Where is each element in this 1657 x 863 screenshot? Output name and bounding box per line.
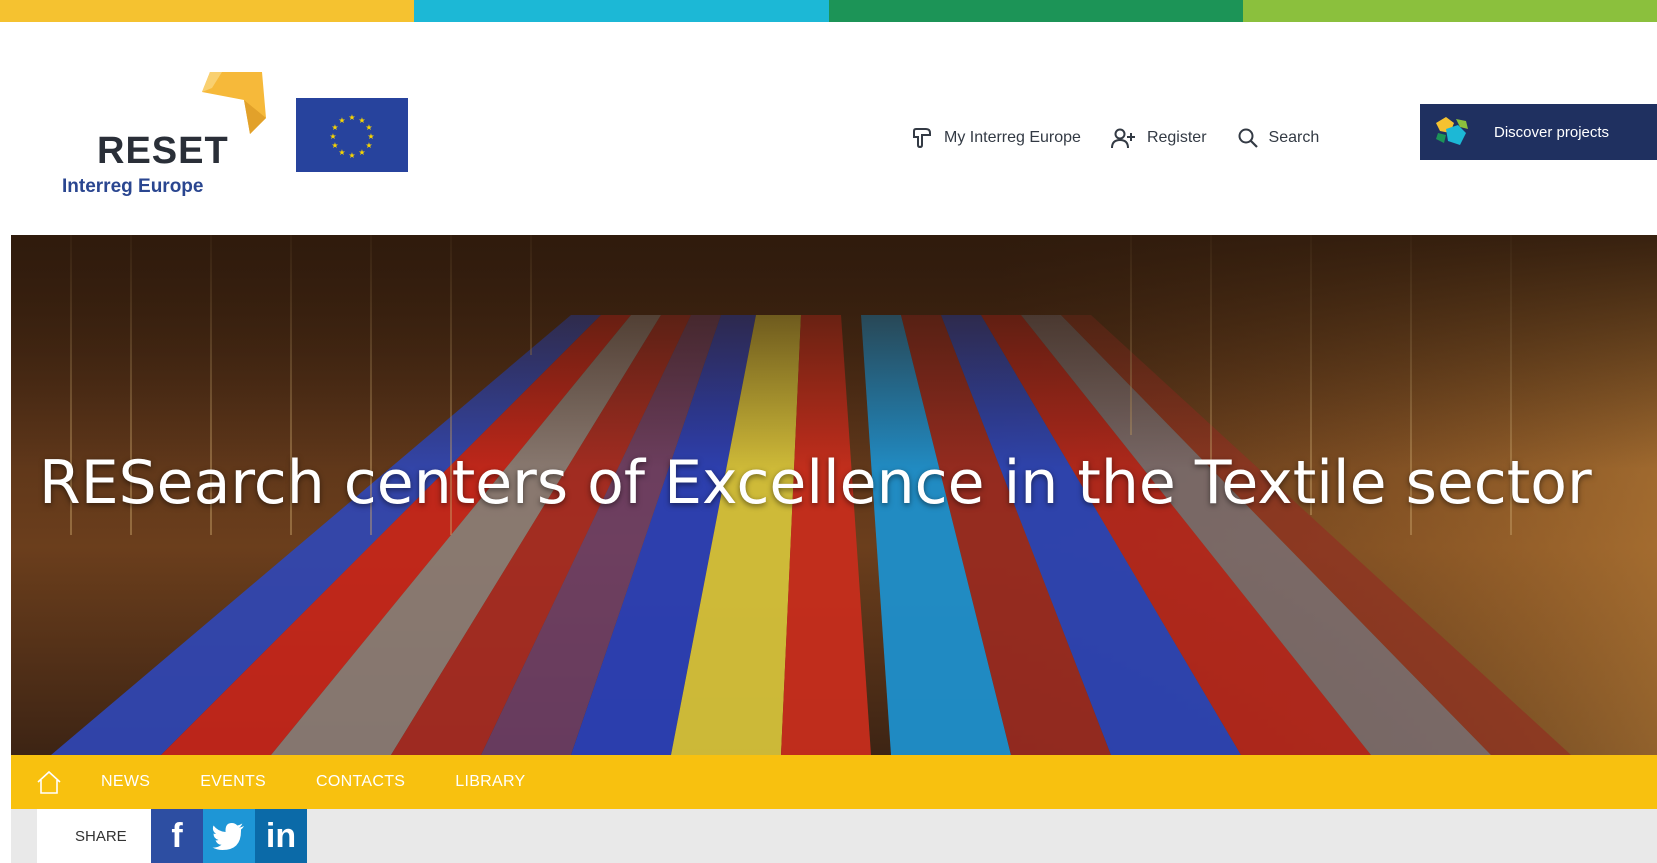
stripe-green <box>828 0 1243 22</box>
share-bar: SHARE f in <box>11 809 1657 863</box>
svg-text:★: ★ <box>338 148 345 157</box>
svg-text:★: ★ <box>365 123 372 132</box>
stripe-yellow <box>0 0 415 22</box>
home-link[interactable] <box>35 769 63 795</box>
logo-subtitle: Interreg Europe <box>62 176 204 197</box>
subnav-news[interactable]: NEWS <box>101 773 150 791</box>
hero-title: RESearch centers of Excellence in the Te… <box>39 448 1592 518</box>
svg-text:★: ★ <box>348 113 355 122</box>
svg-text:★: ★ <box>348 151 355 160</box>
subnav-events[interactable]: EVENTS <box>200 773 266 791</box>
eu-flag: ★ ★ ★ ★ ★ ★ ★ ★ ★ ★ ★ ★ <box>296 98 408 172</box>
svg-text:★: ★ <box>358 148 365 157</box>
linkedin-share-button[interactable]: in <box>255 809 307 863</box>
facebook-icon: f <box>171 816 183 855</box>
top-nav: My Interreg Europe Register Search <box>910 118 1349 158</box>
eu-stars-icon: ★ ★ ★ ★ ★ ★ ★ ★ ★ ★ ★ ★ <box>329 113 374 160</box>
my-interreg-link[interactable]: My Interreg Europe <box>910 127 1081 149</box>
svg-text:★: ★ <box>367 132 374 141</box>
twitter-share-button[interactable] <box>203 809 255 863</box>
share-label: SHARE <box>37 809 161 863</box>
linkedin-icon: in <box>265 816 297 855</box>
facebook-share-button[interactable]: f <box>151 809 203 863</box>
my-interreg-label: My Interreg Europe <box>944 129 1081 146</box>
top-color-stripe <box>0 0 1657 22</box>
svg-text:★: ★ <box>331 141 338 150</box>
search-link[interactable]: Search <box>1237 127 1320 149</box>
svg-text:★: ★ <box>329 132 336 141</box>
discover-projects-button[interactable]: Discover projects <box>1420 104 1657 160</box>
search-label: Search <box>1268 129 1320 146</box>
reset-logo[interactable]: RESET Interreg Europe <box>62 72 282 202</box>
hero-banner: RESearch centers of Excellence in the Te… <box>11 235 1657 755</box>
subnav-contacts[interactable]: CONTACTS <box>316 773 405 791</box>
search-icon <box>1238 128 1258 148</box>
hand-icon <box>913 128 931 149</box>
user-plus-icon <box>1110 128 1135 149</box>
project-subnav: NEWS EVENTS CONTACTS LIBRARY <box>11 755 1657 809</box>
register-label: Register <box>1146 129 1207 146</box>
site-header: RESET Interreg Europe ★ ★ ★ ★ ★ ★ ★ ★ ★ … <box>0 22 1657 235</box>
stripe-lime <box>1242 0 1657 22</box>
svg-text:★: ★ <box>338 116 345 125</box>
svg-text:★: ★ <box>365 141 372 150</box>
home-icon <box>37 770 61 794</box>
twitter-icon <box>212 823 244 850</box>
logo-word: RESET <box>97 130 229 172</box>
map-icon <box>1436 117 1468 145</box>
stripe-cyan <box>414 0 829 22</box>
register-link[interactable]: Register <box>1110 127 1207 149</box>
discover-projects-label: Discover projects <box>1494 123 1610 141</box>
subnav-library[interactable]: LIBRARY <box>455 773 525 791</box>
